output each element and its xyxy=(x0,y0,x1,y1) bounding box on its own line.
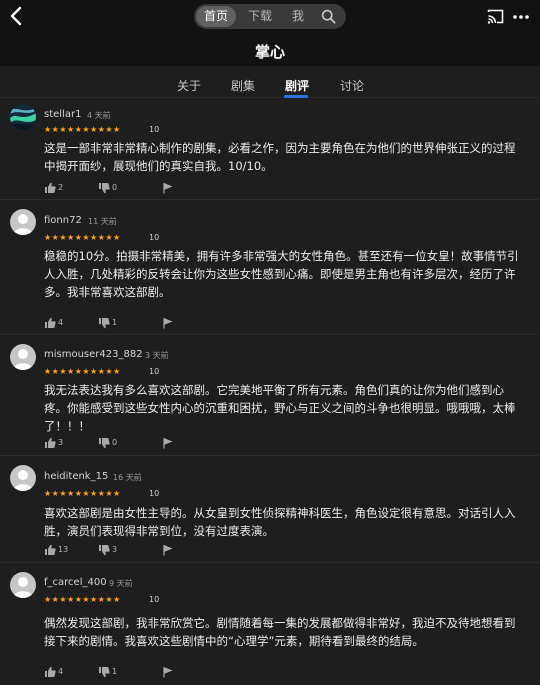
avatar[interactable] xyxy=(10,104,36,130)
dislike-count: 3 xyxy=(112,545,118,554)
thumbs-down-icon xyxy=(99,545,110,556)
nav-me-button[interactable]: 我 xyxy=(292,6,304,27)
aurora-avatar-image xyxy=(10,104,36,130)
review-time: 11 天前 xyxy=(88,217,117,226)
page-title: 掌心 xyxy=(254,43,285,61)
avatar[interactable] xyxy=(10,209,36,235)
like-count: 2 xyxy=(58,183,64,192)
like-count: 13 xyxy=(58,545,69,554)
like-count: 4 xyxy=(58,667,64,676)
review-time: 3 天前 xyxy=(145,351,169,360)
report-flag-icon[interactable] xyxy=(162,317,174,329)
report-flag-icon[interactable] xyxy=(162,544,174,556)
back-chevron-icon[interactable] xyxy=(6,5,28,27)
dislike-count: 0 xyxy=(112,183,118,192)
rating-stars: ★★★★★★★★★★ xyxy=(44,233,121,242)
rating-stars: ★★★★★★★★★★ xyxy=(44,367,121,376)
thumbs-up-icon xyxy=(45,437,56,448)
review-card: f_carcel_400 9 天前 ★★★★★★★★★★ 10 偶然发现这部剧，… xyxy=(0,564,540,685)
avatar[interactable] xyxy=(10,344,36,370)
default-avatar-icon xyxy=(13,470,33,491)
like-count: 3 xyxy=(58,438,64,447)
nav-download-button[interactable]: 下载 xyxy=(248,6,272,27)
thumbs-down-icon xyxy=(99,438,110,449)
review-text: 这是一部非常非常精心制作的剧集，必看之作，因为主要角色在为他们的世界伸张正义的过… xyxy=(44,141,516,173)
thumbs-up-icon xyxy=(45,182,56,193)
tab-reviews[interactable]: 剧评 xyxy=(285,77,309,94)
tab-discussion[interactable]: 讨论 xyxy=(340,77,364,94)
avatar[interactable] xyxy=(10,572,36,598)
tab-bar: 关于 剧集 剧评 讨论 xyxy=(0,66,540,98)
review-text: 我无法表达我有多么喜欢这部剧。它完美地平衡了所有元素。角色们真的让你为他们感到心… xyxy=(44,383,516,433)
review-card: fionn72 11 天前 ★★★★★★★★★★ 10 稳稳的10分。拍摄非常精… xyxy=(0,201,540,335)
rating-stars: ★★★★★★★★★★ xyxy=(44,489,121,498)
review-username[interactable]: fionn72 xyxy=(44,215,82,226)
dislike-count: 0 xyxy=(112,438,118,447)
nav-home-button[interactable]: 首页 xyxy=(196,6,236,27)
review-text: 喜欢这部剧是由女性主导的。从女皇到女性侦探精神科医生，角色设定很有意思。对话引人… xyxy=(44,506,516,538)
thumbs-up-icon xyxy=(45,544,56,555)
thumbs-up-icon xyxy=(45,317,56,328)
review-card: mismouser423_882 3 天前 ★★★★★★★★★★ 10 我无法表… xyxy=(0,336,540,456)
review-username[interactable]: stellar1 xyxy=(44,109,81,120)
rating-score: 10 xyxy=(149,367,160,376)
avatar[interactable] xyxy=(10,465,36,491)
rating-stars: ★★★★★★★★★★ xyxy=(44,125,121,134)
like-count: 4 xyxy=(58,318,64,327)
review-time: 16 天前 xyxy=(113,473,142,482)
report-flag-icon[interactable] xyxy=(162,666,174,678)
thumbs-down-icon xyxy=(99,183,110,194)
nav-pill: 首页 下载 我 xyxy=(194,4,346,29)
review-text: 稳稳的10分。拍摄非常精美，拥有许多非常强大的女性角色。甚至还有一位女皇！故事情… xyxy=(44,249,519,299)
rating-stars: ★★★★★★★★★★ xyxy=(44,595,121,604)
rating-score: 10 xyxy=(149,595,160,604)
search-icon[interactable] xyxy=(321,9,336,24)
review-username[interactable]: f_carcel_400 xyxy=(44,577,107,588)
review-card: heiditenk_15 16 天前 ★★★★★★★★★★ 10 喜欢这部剧是由… xyxy=(0,457,540,563)
more-dots-icon[interactable] xyxy=(512,8,530,26)
review-text: 偶然发现这部剧，我非常欣赏它。剧情随着每一集的发展都做得非常好，我迫不及待地想看… xyxy=(44,616,516,648)
top-bar: 首页 下载 我 xyxy=(0,0,540,36)
thumbs-up-icon xyxy=(45,666,56,677)
dislike-count: 1 xyxy=(112,667,118,676)
default-avatar-icon xyxy=(13,349,33,370)
rating-score: 10 xyxy=(149,125,160,134)
review-time: 9 天前 xyxy=(109,579,133,588)
review-username[interactable]: heiditenk_15 xyxy=(44,471,108,482)
review-card: stellar1 4 天前 ★★★★★★★★★★ 10 这是一部非常非常精心制作… xyxy=(0,98,540,200)
thumbs-down-icon xyxy=(99,318,110,329)
tab-about[interactable]: 关于 xyxy=(177,77,201,94)
default-avatar-icon xyxy=(13,214,33,235)
dislike-count: 1 xyxy=(112,318,118,327)
tab-episodes[interactable]: 剧集 xyxy=(231,77,255,94)
title-bar: 掌心 xyxy=(0,36,540,66)
default-avatar-icon xyxy=(13,577,33,598)
report-flag-icon[interactable] xyxy=(162,437,174,449)
cast-icon[interactable] xyxy=(487,8,504,25)
rating-score: 10 xyxy=(149,489,160,498)
thumbs-down-icon xyxy=(99,667,110,678)
report-flag-icon[interactable] xyxy=(162,182,174,194)
rating-score: 10 xyxy=(149,233,160,242)
review-time: 4 天前 xyxy=(87,111,111,120)
review-username[interactable]: mismouser423_882 xyxy=(44,349,143,360)
